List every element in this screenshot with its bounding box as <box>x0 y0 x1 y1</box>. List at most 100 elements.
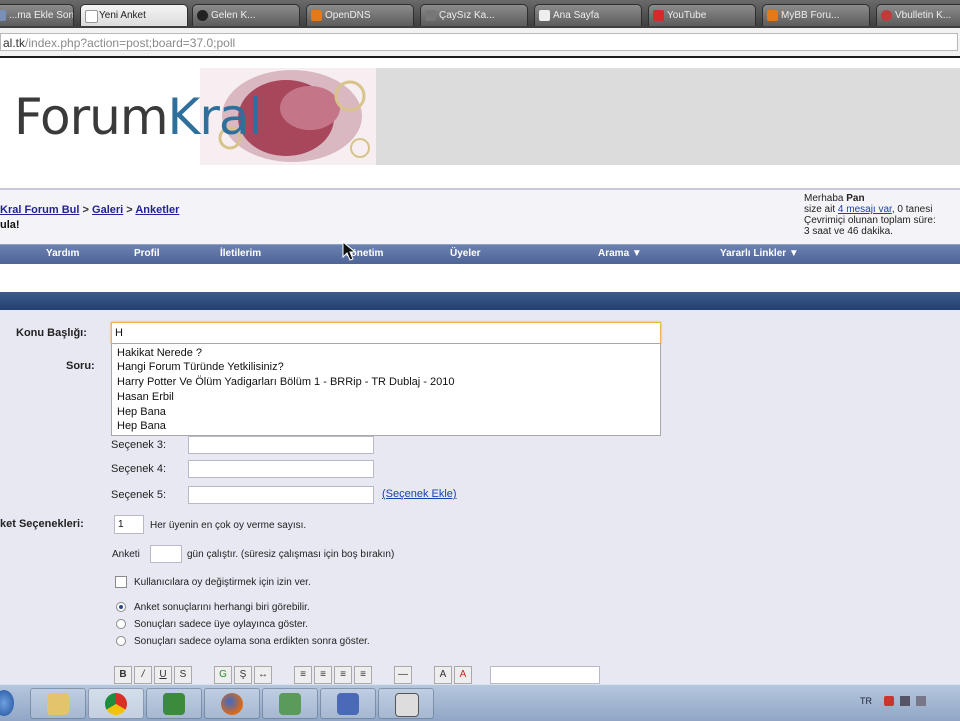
font-face-select[interactable] <box>490 666 600 684</box>
align-center-icon[interactable]: ≡ <box>314 666 332 684</box>
max-votes-help: Her üyenin en çok oy verme sayısı. <box>150 520 307 531</box>
visibility-radio-ended[interactable] <box>116 636 126 646</box>
strike-icon[interactable]: S <box>174 666 192 684</box>
question-label: Soru: <box>66 360 95 372</box>
logo-text-forum: Forum <box>14 88 169 146</box>
messages-link[interactable]: 4 mesajı var <box>838 204 892 215</box>
browser-tab[interactable]: ÇaySız Ka... <box>420 4 528 26</box>
windows-taskbar <box>0 684 960 721</box>
bold-icon[interactable]: B <box>114 666 132 684</box>
taskbar-chrome[interactable] <box>88 688 144 719</box>
taskbar-paint[interactable] <box>320 688 376 719</box>
spacer <box>0 264 960 292</box>
marquee-icon[interactable]: ↔ <box>254 666 272 684</box>
vbulletin-icon <box>881 10 892 21</box>
taskbar-explorer[interactable] <box>30 688 86 719</box>
breadcrumb-galeri[interactable]: Galeri <box>92 204 123 216</box>
autocomplete-item[interactable]: Hakikat Nerede ? <box>117 347 202 359</box>
page-icon <box>0 10 6 21</box>
network-icon <box>279 693 301 715</box>
forum-logo[interactable]: ForumKral <box>0 68 376 165</box>
nav-uyeler[interactable]: Üyeler <box>450 248 481 259</box>
run-days-input[interactable] <box>150 545 182 563</box>
autocomplete-dropdown: Hakikat Nerede ? Hangi Forum Türünde Yet… <box>111 343 661 436</box>
start-button-icon[interactable] <box>0 690 14 716</box>
autocomplete-item[interactable]: Hep Bana <box>117 406 166 418</box>
autocomplete-item[interactable]: Harry Potter Ve Ölüm Yadigarları Bölüm 1… <box>117 376 454 388</box>
glow-icon[interactable]: G <box>214 666 232 684</box>
opendns-icon <box>311 10 322 21</box>
flag-icon[interactable] <box>884 696 894 706</box>
font-size-icon[interactable]: A <box>434 666 452 684</box>
browser-tab[interactable]: Ana Sayfa <box>534 4 642 26</box>
user-info-box: Merhaba Pan size ait 4 mesajı var, 0 tan… <box>804 193 960 237</box>
page-title: ula! <box>0 219 20 231</box>
visibility-label: Sonuçları sadece üye oylayınca göster. <box>134 619 308 630</box>
breadcrumb-home[interactable]: Kral Forum Bul <box>0 204 79 216</box>
subject-label: Konu Başlığı: <box>16 327 87 339</box>
url-input[interactable]: al.tk/index.php?action=post;board=37.0;p… <box>0 33 958 51</box>
autocomplete-item[interactable]: Hangi Forum Türünde Yetkilisiniz? <box>117 361 284 373</box>
youtube-icon <box>653 10 664 21</box>
option-4-input[interactable] <box>188 460 374 478</box>
browser-tab[interactable]: OpenDNS <box>306 4 414 26</box>
browser-tab-active[interactable]: Yeni Anket <box>80 4 188 26</box>
shadow-icon[interactable]: Ş <box>234 666 252 684</box>
breadcrumb-separator: > <box>82 204 89 216</box>
nav-arama[interactable]: Arama ▼ <box>598 248 642 259</box>
add-option-link[interactable]: (Seçenek Ekle) <box>382 488 457 500</box>
visibility-radio-voters[interactable] <box>116 619 126 629</box>
browser-tab-strip: ...ma Ekle Sonu... Yeni Anket Gelen K...… <box>0 0 960 28</box>
page-icon <box>425 10 436 21</box>
address-bar: al.tk/index.php?action=post;board=37.0;p… <box>0 28 960 58</box>
visibility-label: Anket sonuçlarını herhangi biri görebili… <box>134 602 310 613</box>
autocomplete-item[interactable]: Hep Bana <box>117 420 166 432</box>
browser-tab[interactable]: Vbulletin K... <box>876 4 960 26</box>
editor-toolbar: B / U S G Ş ↔ ≡ ≡ ≡ ≡ — A A <box>108 666 608 686</box>
browser-tab[interactable]: ...ma Ekle Sonu... <box>0 4 74 26</box>
online-time-value: 3 saat ve 46 dakika. <box>804 226 893 237</box>
taskbar-camera[interactable] <box>378 688 434 719</box>
header-banner-area <box>376 68 960 165</box>
mybb-icon <box>767 10 778 21</box>
logo-text-kral: Kral <box>167 88 263 146</box>
taskbar-network[interactable] <box>262 688 318 719</box>
browser-tab[interactable]: MyBB Foru... <box>762 4 870 26</box>
align-right-icon[interactable]: ≡ <box>334 666 352 684</box>
language-indicator[interactable]: TR <box>860 696 872 706</box>
flag-icon <box>163 693 185 715</box>
horizontal-rule-icon[interactable]: — <box>394 666 412 684</box>
volume-icon[interactable] <box>916 696 926 706</box>
subject-input[interactable]: H <box>111 322 661 344</box>
breadcrumb: Kral Forum Bul > Galeri > Anketler <box>0 204 179 216</box>
visibility-radio-anyone[interactable] <box>116 602 126 612</box>
option-3-label: Seçenek 3: <box>111 439 167 451</box>
autocomplete-item[interactable]: Hasan Erbil <box>117 391 174 403</box>
browser-tab[interactable]: Gelen K... <box>192 4 300 26</box>
align-left-icon[interactable]: ≡ <box>294 666 312 684</box>
option-3-input[interactable] <box>188 436 374 454</box>
breadcrumb-anketler[interactable]: Anketler <box>135 204 179 216</box>
chrome-icon <box>105 693 127 715</box>
nav-yararli-linkler[interactable]: Yararlı Linkler ▼ <box>720 248 799 259</box>
justify-icon[interactable]: ≡ <box>354 666 372 684</box>
italic-icon[interactable]: / <box>134 666 152 684</box>
taskbar-firefox[interactable] <box>204 688 260 719</box>
nav-yardim[interactable]: Yardım <box>46 248 79 259</box>
change-vote-checkbox[interactable] <box>115 576 127 588</box>
max-votes-input[interactable]: 1 <box>114 515 144 534</box>
nav-profil[interactable]: Profil <box>134 248 160 259</box>
font-color-icon[interactable]: A <box>454 666 472 684</box>
nav-iletilerim[interactable]: İletilerim <box>220 248 261 259</box>
folder-icon <box>47 693 69 715</box>
mail-icon <box>197 10 208 21</box>
mouse-cursor-icon <box>342 241 356 261</box>
visibility-label: Sonuçları sadece oylama sona erdikten so… <box>134 636 370 647</box>
browser-tab[interactable]: YouTube <box>648 4 756 26</box>
option-4-label: Seçenek 4: <box>111 463 167 475</box>
run-days-prefix: Anketi <box>112 549 140 560</box>
option-5-input[interactable] <box>188 486 374 504</box>
underline-icon[interactable]: U <box>154 666 172 684</box>
network-icon[interactable] <box>900 696 910 706</box>
taskbar-app[interactable] <box>146 688 202 719</box>
